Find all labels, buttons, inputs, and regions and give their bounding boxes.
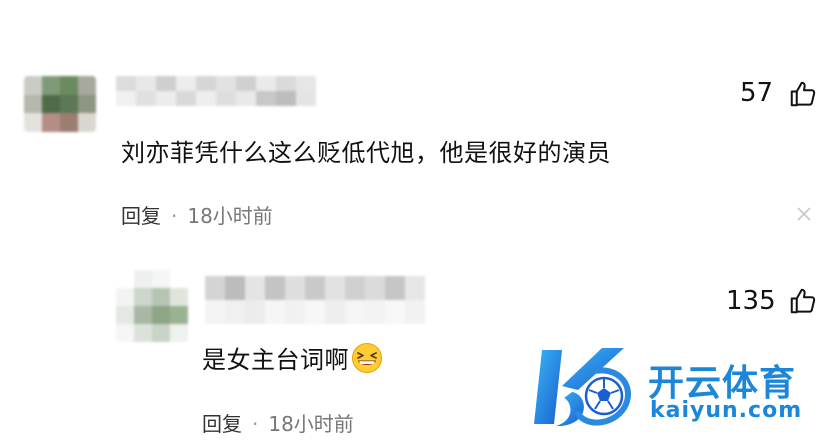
close-icon[interactable] [796,206,812,222]
comment-meta: 回复 · 18小时前 [202,408,354,437]
comment-text: 是女主台词啊 [202,340,383,375]
avatar[interactable] [24,76,96,132]
timestamp: 18小时前 [268,412,354,436]
comment-meta: 回复 · 18小时前 [121,200,273,229]
username-blurred[interactable] [116,76,316,106]
comment-text-content: 是女主台词啊 [202,346,349,374]
avatar[interactable] [116,270,188,342]
thumbs-up-icon[interactable] [788,286,818,316]
kaiyun-logo-icon [534,348,631,426]
like-count: 57 [740,78,774,108]
separator: · [252,412,259,436]
like-count: 135 [726,286,776,316]
watermark-url: kaiyun.com [650,398,803,423]
thumbs-up-icon[interactable] [788,79,818,109]
separator: · [171,204,178,228]
timestamp: 18小时前 [187,204,273,228]
reply-button[interactable]: 回复 [121,204,161,228]
comment-text: 刘亦菲凭什么这么贬低代旭，他是很好的演员 [121,139,611,167]
grinning-squinting-face-icon [352,343,382,373]
reply-button[interactable]: 回复 [202,412,242,436]
username-blurred[interactable] [205,276,425,324]
